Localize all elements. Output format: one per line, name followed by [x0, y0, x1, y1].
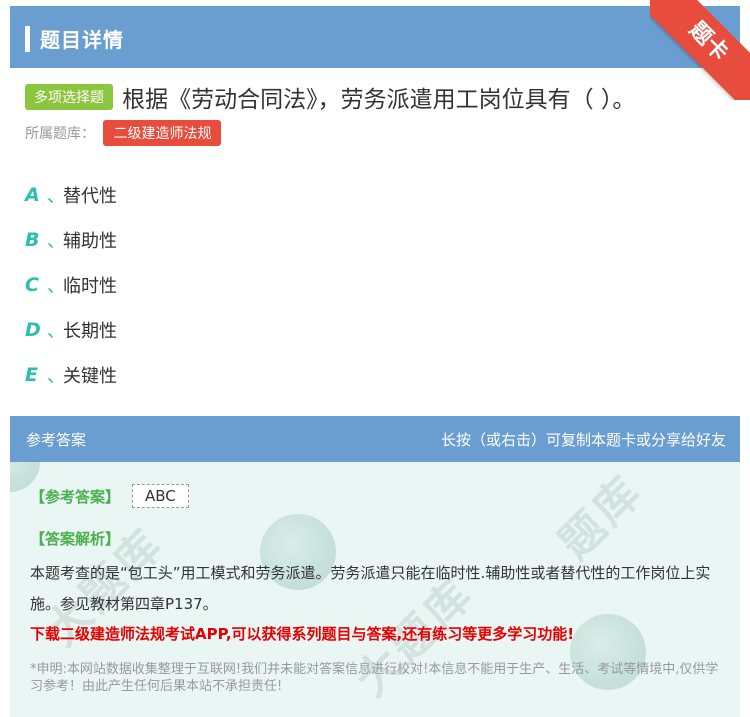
answer-panel-header: 参考答案 长按（或右击）可复制本题卡或分享给好友 [10, 416, 740, 462]
watermark-logo: 题库 [549, 465, 654, 570]
option-text: 关键性 [63, 365, 117, 387]
option-separator: 、 [47, 230, 65, 252]
option-separator: 、 [47, 365, 65, 387]
option-text: 临时性 [63, 275, 117, 297]
page-title: 题目详情 [40, 28, 124, 52]
app-download-promo[interactable]: 下载二级建造师法规考试APP,可以获得系列题目与答案,还有练习等更多学习功能! [30, 623, 730, 644]
option-separator: 、 [47, 320, 65, 342]
option-e[interactable]: E 、 关键性 [25, 352, 117, 397]
option-separator: 、 [47, 185, 65, 207]
library-badge[interactable]: 二级建造师法规 [103, 120, 222, 146]
option-d[interactable]: D 、 长期性 [25, 307, 117, 352]
option-letter: E [25, 363, 38, 386]
question-line: 多项选择题 根据《劳动合同法》，劳务派遣用工岗位具有（ ）。 [25, 80, 740, 113]
option-c[interactable]: C 、 临时性 [25, 262, 117, 307]
analysis-text: 本题考查的是“包工头”用工模式和劳务派遣。劳务派遣只能在临时性.辅助性或者替代性… [30, 564, 711, 613]
library-line: 所属题库： 二级建造师法规 [25, 120, 222, 146]
analysis-label: 【答案解析】 [30, 530, 121, 548]
option-letter: C [25, 273, 39, 296]
option-text: 长期性 [63, 320, 117, 342]
page-header: 题目详情 [10, 6, 740, 68]
option-letter: B [25, 228, 40, 251]
option-letter: A [25, 183, 40, 206]
question-text: 根据《劳动合同法》，劳务派遣用工岗位具有（ ）。 [122, 87, 636, 113]
header-accent-bar [25, 26, 30, 52]
answer-label: 【参考答案】 [30, 488, 121, 506]
answer-panel-body: 大题库 大题库 题库 【参考答案】 ABC 【答案解析】 本题考查的是“包工头”… [10, 462, 740, 717]
disclaimer-text: *申明:本网站数据收集整理于互联网!我们并未能对答案信息进行校对!本信息不能用于… [30, 662, 719, 694]
option-a[interactable]: A 、 替代性 [25, 172, 117, 217]
answer-panel-title: 参考答案 [26, 431, 87, 449]
option-letter: D [25, 318, 41, 341]
question-type-badge: 多项选择题 [25, 84, 113, 110]
library-label: 所属题库： [25, 126, 95, 142]
option-b[interactable]: B 、 辅助性 [25, 217, 117, 262]
option-text: 替代性 [63, 185, 117, 207]
options-list: A 、 替代性 B 、 辅助性 C 、 临时性 D 、 长期性 E 、 关键性 [25, 172, 117, 397]
share-hint: 长按（或右击）可复制本题卡或分享给好友 [440, 431, 726, 449]
answer-value: ABC [132, 484, 189, 508]
option-separator: 、 [47, 275, 65, 297]
option-text: 辅助性 [63, 230, 117, 252]
